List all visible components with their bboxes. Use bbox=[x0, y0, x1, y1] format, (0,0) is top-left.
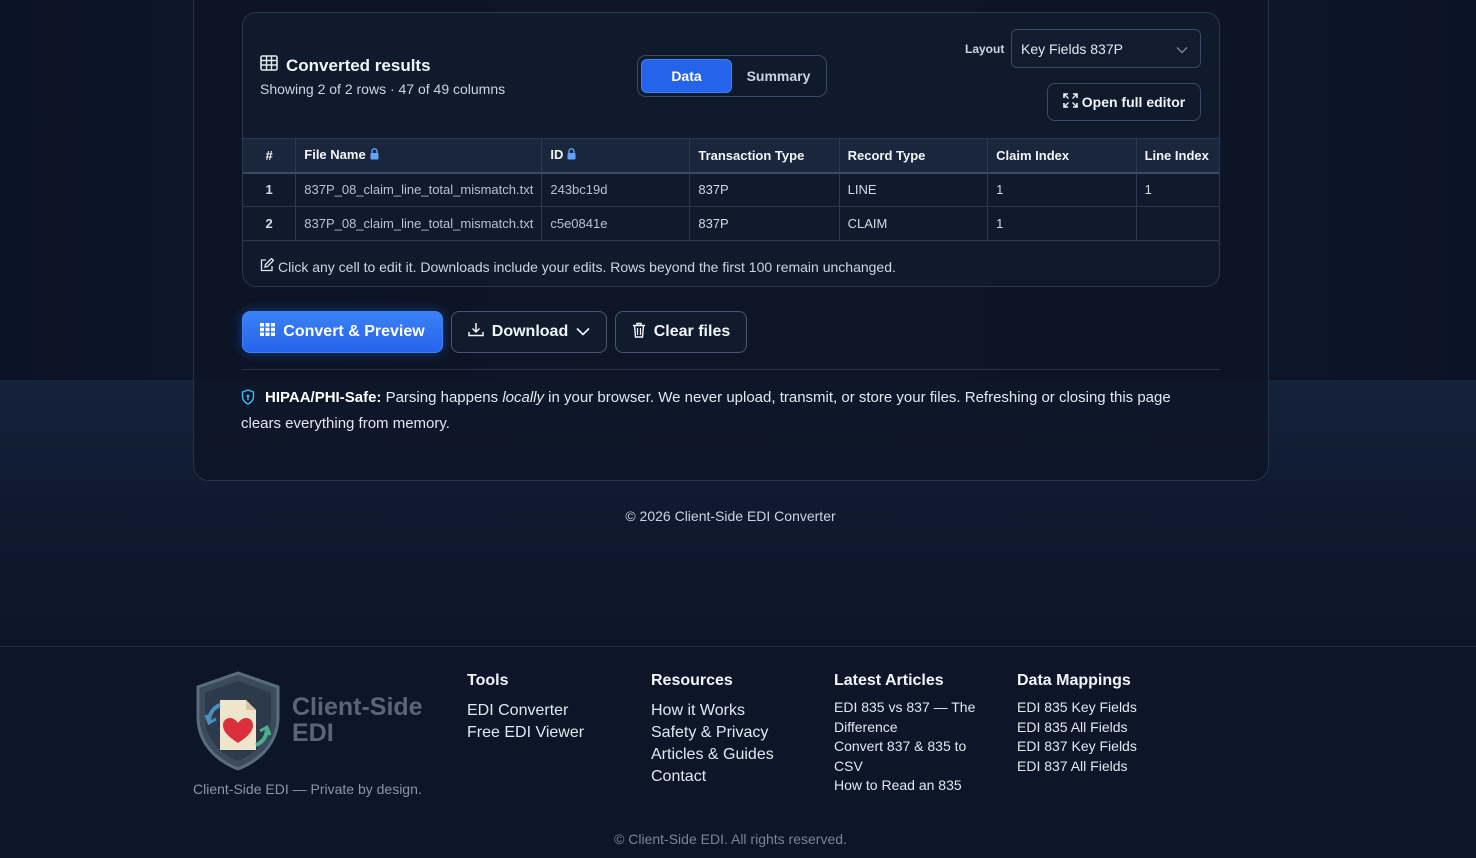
footer-link-articles-guides[interactable]: Articles & Guides bbox=[651, 744, 774, 766]
footer-mappings: Data Mappings EDI 835 Key Fields EDI 835… bbox=[1017, 672, 1137, 776]
logo-wordmark: Client-Side EDI bbox=[292, 694, 423, 746]
table-row: 1 837P_08_claim_line_total_mismatch.txt … bbox=[243, 172, 1219, 207]
table-cell-index: 2 bbox=[243, 206, 297, 241]
footer-tools-title: Tools bbox=[467, 672, 509, 689]
chevron-down-icon bbox=[1176, 41, 1188, 57]
footer-link-837-key-fields[interactable]: EDI 837 Key Fields bbox=[1017, 737, 1137, 757]
hipaa-notice: HIPAA/PHI-Safe: Parsing happens locally … bbox=[241, 386, 1201, 435]
section-divider bbox=[242, 369, 1220, 370]
footer-resources: Resources How it Works Safety & Privacy … bbox=[651, 672, 774, 788]
layout-label: Layout bbox=[965, 42, 1005, 56]
open-full-editor-button[interactable]: Open full editor bbox=[1047, 83, 1201, 121]
convert-preview-button[interactable]: Convert & Preview bbox=[242, 311, 443, 353]
table-icon bbox=[260, 55, 278, 76]
footer-link-safety-privacy[interactable]: Safety & Privacy bbox=[651, 722, 774, 744]
table-cell-id[interactable]: 243bc19d bbox=[541, 172, 691, 207]
lock-icon bbox=[370, 148, 379, 163]
footer-mappings-title: Data Mappings bbox=[1017, 672, 1131, 689]
table-cell-line-index[interactable]: 1 bbox=[1135, 172, 1219, 207]
logo-line-1: Client-Side bbox=[292, 693, 423, 721]
convert-preview-label: Convert & Preview bbox=[283, 323, 425, 340]
footer-link-835-vs-837-cont[interactable]: Difference bbox=[834, 718, 975, 738]
footer-link-contact[interactable]: Contact bbox=[651, 766, 774, 788]
clear-files-button[interactable]: Clear files bbox=[615, 311, 747, 353]
table-cell-claim-index[interactable]: 1 bbox=[987, 172, 1137, 207]
results-title-text: Converted results bbox=[286, 55, 431, 75]
footer-link-edi-converter[interactable]: EDI Converter bbox=[467, 700, 584, 722]
footer-link-free-edi-viewer[interactable]: Free EDI Viewer bbox=[467, 722, 584, 744]
footer-link-835-all-fields[interactable]: EDI 835 All Fields bbox=[1017, 718, 1137, 738]
results-panel: Converted results Showing 2 of 2 rows · … bbox=[242, 12, 1220, 287]
edit-hint: Click any cell to edit it. Downloads inc… bbox=[260, 257, 896, 275]
column-header-claim-index[interactable]: Claim Index bbox=[987, 138, 1137, 174]
footer-articles-title: Latest Articles bbox=[834, 672, 944, 689]
page-copyright: © 2026 Client-Side EDI Converter bbox=[625, 508, 836, 524]
hipaa-text-pre: Parsing happens bbox=[381, 389, 503, 406]
layout-select[interactable]: Key Fields 837P bbox=[1011, 29, 1201, 68]
table-cell-claim-index[interactable]: 1 bbox=[987, 206, 1137, 241]
column-header-index: # bbox=[243, 138, 297, 174]
view-toggle: Data Summary bbox=[637, 55, 827, 97]
footer-link-convert-to-csv[interactable]: Convert 837 & 835 to bbox=[834, 737, 975, 757]
logo-line-2: EDI bbox=[292, 719, 334, 747]
results-subtitle: Showing 2 of 2 rows · 47 of 49 columns bbox=[260, 81, 506, 97]
download-button[interactable]: Download bbox=[451, 311, 607, 353]
footer-link-how-to-read-835[interactable]: How to Read an 835 bbox=[834, 776, 975, 796]
column-header-file-name[interactable]: File Name bbox=[295, 138, 543, 174]
results-table: # File Name ID Transaction Type Record T… bbox=[243, 138, 1219, 241]
trash-icon bbox=[632, 322, 646, 343]
toggle-summary-button[interactable]: Summary bbox=[734, 59, 823, 93]
edit-hint-text: Click any cell to edit it. Downloads inc… bbox=[278, 258, 896, 275]
table-cell-record-type[interactable]: CLAIM bbox=[838, 206, 989, 241]
footer-rights: © Client-Side EDI. All rights reserved. bbox=[614, 831, 847, 847]
table-cell-file-name[interactable]: 837P_08_claim_line_total_mismatch.txt bbox=[295, 206, 543, 241]
results-title: Converted results bbox=[260, 55, 431, 76]
column-header-id-label: ID bbox=[550, 147, 564, 163]
table-cell-transaction-type[interactable]: 837P bbox=[689, 206, 840, 241]
footer-resources-title: Resources bbox=[651, 672, 733, 689]
logo-icon[interactable] bbox=[193, 670, 283, 777]
table-cell-id[interactable]: c5e0841e bbox=[541, 206, 691, 241]
footer-link-837-all-fields[interactable]: EDI 837 All Fields bbox=[1017, 757, 1137, 777]
table-row: 2 837P_08_claim_line_total_mismatch.txt … bbox=[243, 206, 1219, 241]
open-full-editor-label: Open full editor bbox=[1081, 94, 1186, 110]
column-header-record-type[interactable]: Record Type bbox=[838, 138, 989, 174]
table-cell-transaction-type[interactable]: 837P bbox=[689, 172, 840, 207]
chevron-down-icon bbox=[576, 323, 590, 341]
column-header-id[interactable]: ID bbox=[541, 138, 691, 174]
toggle-data-button[interactable]: Data bbox=[641, 59, 732, 93]
footer-link-835-vs-837[interactable]: EDI 835 vs 837 — The bbox=[834, 698, 975, 718]
footer-tagline: Client-Side EDI — Private by design. bbox=[193, 781, 422, 797]
footer-link-how-it-works[interactable]: How it Works bbox=[651, 700, 774, 722]
footer-link-835-key-fields[interactable]: EDI 835 Key Fields bbox=[1017, 698, 1137, 718]
download-label: Download bbox=[491, 323, 569, 340]
table-cell-record-type[interactable]: LINE bbox=[838, 172, 989, 207]
footer-articles: Latest Articles EDI 835 vs 837 — The Dif… bbox=[834, 672, 975, 796]
column-header-transaction-type[interactable]: Transaction Type bbox=[689, 138, 840, 174]
download-icon bbox=[468, 322, 484, 342]
clear-files-label: Clear files bbox=[653, 323, 731, 340]
table-cell-index: 1 bbox=[243, 172, 297, 207]
table-header-row: # File Name ID Transaction Type Record T… bbox=[243, 138, 1219, 174]
edit-icon bbox=[260, 257, 275, 275]
column-header-file-name-label: File Name bbox=[304, 147, 366, 163]
hipaa-text-em: locally bbox=[502, 389, 545, 406]
grid-icon bbox=[260, 323, 276, 341]
footer-link-convert-to-csv-cont[interactable]: CSV bbox=[834, 757, 975, 777]
footer-tools: Tools EDI Converter Free EDI Viewer bbox=[467, 672, 584, 744]
hipaa-label: HIPAA/PHI-Safe: bbox=[265, 389, 382, 406]
table-cell-file-name[interactable]: 837P_08_claim_line_total_mismatch.txt bbox=[295, 172, 543, 207]
layout-select-value: Key Fields 837P bbox=[1021, 40, 1123, 57]
table-cell-line-index[interactable] bbox=[1135, 206, 1219, 241]
lock-icon bbox=[567, 148, 576, 163]
expand-icon bbox=[1062, 93, 1078, 111]
column-header-line-index[interactable]: Line Index bbox=[1135, 138, 1219, 174]
shield-icon bbox=[241, 389, 255, 412]
